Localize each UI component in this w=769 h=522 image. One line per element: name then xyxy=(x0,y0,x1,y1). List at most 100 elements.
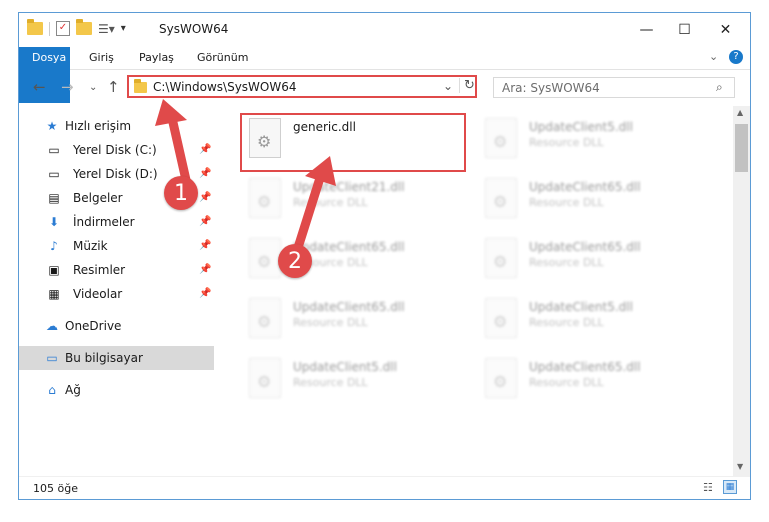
close-button[interactable]: ✕ xyxy=(703,13,748,47)
recent-locations-icon[interactable]: ⌄ xyxy=(89,82,97,93)
file-item[interactable]: UpdateClient65.dll Resource DLL xyxy=(241,232,469,288)
pictures-icon: ▣ xyxy=(48,263,60,277)
file-item[interactable]: UpdateClient65.dll Resource DLL xyxy=(477,172,705,228)
view-icon[interactable]: ☰▾ xyxy=(98,22,115,36)
sidebar-item-label: Videolar xyxy=(73,287,123,301)
file-type: Resource DLL xyxy=(529,196,604,209)
sidebar-item-quick-access[interactable]: ★ Hızlı erişim xyxy=(19,114,214,138)
large-icons-view-icon[interactable]: ▦ xyxy=(723,480,737,494)
drive-icon: ▭ xyxy=(48,167,60,181)
quick-access-toolbar: ✓ ☰▾ ▾ xyxy=(27,19,126,36)
sidebar-item-label: Müzik xyxy=(73,239,108,253)
details-view-icon[interactable]: ☷ xyxy=(703,481,713,494)
sidebar-item-downloads[interactable]: ⬇ İndirmeler 📌 xyxy=(19,210,214,234)
address-path: C:\Windows\SysWOW64 xyxy=(153,80,297,94)
dll-file-icon xyxy=(249,238,281,278)
up-button[interactable]: ↑ xyxy=(107,78,120,96)
sidebar-item-onedrive[interactable]: ☁ OneDrive xyxy=(19,314,214,338)
sidebar-item-pictures[interactable]: ▣ Resimler 📌 xyxy=(19,258,214,282)
dll-file-icon xyxy=(485,178,517,218)
ribbon-tabs: Dosya Giriş Paylaş Görünüm ⌄ ? xyxy=(19,47,750,103)
scroll-up-icon[interactable]: ▲ xyxy=(737,108,743,117)
file-name: UpdateClient5.dll xyxy=(529,300,633,314)
explorer-window: ✓ ☰▾ ▾ SysWOW64 — ☐ ✕ Dosya Giriş Paylaş… xyxy=(18,12,751,500)
file-name: UpdateClient5.dll xyxy=(293,360,397,374)
dll-file-icon xyxy=(249,358,281,398)
tab-view[interactable]: Görünüm xyxy=(187,47,258,69)
highlight-generic-dll xyxy=(240,113,466,172)
dll-file-icon xyxy=(249,298,281,338)
address-bar[interactable]: C:\Windows\SysWOW64 ⌄ ↻ xyxy=(127,75,477,98)
cloud-icon: ☁ xyxy=(46,319,58,333)
pin-icon: 📌 xyxy=(199,192,212,203)
sidebar-item-network[interactable]: ⌂ Ağ xyxy=(19,378,214,402)
sidebar-item-label: Ağ xyxy=(65,383,81,397)
separator xyxy=(49,21,50,36)
item-count: 105 öğe xyxy=(33,482,78,495)
file-type: Resource DLL xyxy=(529,316,604,329)
file-type: Resource DLL xyxy=(529,256,604,269)
sidebar-item-label: Bu bilgisayar xyxy=(65,351,143,365)
pin-icon: 📌 xyxy=(199,264,212,275)
sidebar-item-local-disk-c[interactable]: ▭ Yerel Disk (C:) 📌 xyxy=(19,138,214,162)
file-type: Resource DLL xyxy=(529,136,604,149)
vertical-scrollbar[interactable]: ▲ ▼ xyxy=(733,106,750,476)
search-input[interactable]: Ara: SysWOW64 ⌕ xyxy=(493,77,735,98)
maximize-button[interactable]: ☐ xyxy=(662,13,707,47)
step-badge-1: 1 xyxy=(164,176,198,210)
window-title: SysWOW64 xyxy=(159,22,229,36)
sidebar-item-videos[interactable]: ▦ Videolar 📌 xyxy=(19,282,214,306)
star-icon: ★ xyxy=(46,119,58,133)
file-name: UpdateClient65.dll xyxy=(529,360,641,374)
status-bar: 105 öğe ☷ ▦ xyxy=(19,476,750,501)
forward-button[interactable]: → xyxy=(61,78,74,96)
music-icon: ♪ xyxy=(50,239,58,253)
tab-share[interactable]: Paylaş xyxy=(129,47,184,69)
pin-icon: 📌 xyxy=(199,168,212,179)
pin-icon: 📌 xyxy=(199,288,212,299)
scroll-down-icon[interactable]: ▼ xyxy=(737,462,743,471)
expand-ribbon-icon[interactable]: ⌄ xyxy=(709,50,718,63)
file-item[interactable]: UpdateClient5.dll Resource DLL xyxy=(241,352,469,408)
file-item[interactable]: UpdateClient21.dll Resource DLL xyxy=(241,172,469,228)
file-item[interactable]: UpdateClient65.dll Resource DLL xyxy=(477,352,705,408)
search-icon[interactable]: ⌕ xyxy=(716,80,723,95)
file-name: UpdateClient65.dll xyxy=(293,300,405,314)
document-icon: ▤ xyxy=(48,191,60,205)
sidebar-item-label: İndirmeler xyxy=(73,215,135,229)
scroll-thumb[interactable] xyxy=(735,124,748,172)
dll-file-icon xyxy=(485,118,517,158)
video-icon: ▦ xyxy=(48,287,60,301)
file-item[interactable]: UpdateClient65.dll Resource DLL xyxy=(477,232,705,288)
computer-icon: ▭ xyxy=(46,351,58,365)
address-folder-icon xyxy=(134,79,147,93)
dll-file-icon xyxy=(485,298,517,338)
back-button[interactable]: ← xyxy=(33,78,46,96)
sidebar-item-label: Resimler xyxy=(73,263,126,277)
sidebar-item-music[interactable]: ♪ Müzik 📌 xyxy=(19,234,214,258)
dll-file-icon xyxy=(485,238,517,278)
file-item[interactable]: UpdateClient65.dll Resource DLL xyxy=(241,292,469,348)
refresh-icon[interactable]: ↻ xyxy=(459,78,475,93)
file-name: UpdateClient65.dll xyxy=(529,240,641,254)
address-dropdown-icon[interactable]: ⌄ xyxy=(443,79,453,93)
new-folder-icon[interactable] xyxy=(76,19,92,35)
sidebar-item-label: Yerel Disk (D:) xyxy=(73,167,158,181)
search-placeholder: Ara: SysWOW64 xyxy=(502,81,600,95)
file-name: UpdateClient21.dll xyxy=(293,180,405,194)
help-icon[interactable]: ? xyxy=(729,50,743,64)
folder-icon[interactable] xyxy=(27,19,43,35)
sidebar-item-label: Yerel Disk (C:) xyxy=(73,143,157,157)
sidebar-item-this-pc[interactable]: ▭ Bu bilgisayar xyxy=(19,346,214,370)
file-name: UpdateClient65.dll xyxy=(529,180,641,194)
customize-toolbar-icon[interactable]: ▾ xyxy=(121,23,126,34)
file-item[interactable]: UpdateClient5.dll Resource DLL xyxy=(477,292,705,348)
file-type: Resource DLL xyxy=(293,376,368,389)
tab-home[interactable]: Giriş xyxy=(79,47,124,69)
file-item[interactable]: UpdateClient5.dll Resource DLL xyxy=(477,112,705,168)
file-type: Resource DLL xyxy=(293,316,368,329)
properties-icon[interactable]: ✓ xyxy=(56,21,70,36)
sidebar-item-label: Belgeler xyxy=(73,191,123,205)
step-badge-2: 2 xyxy=(278,244,312,278)
file-name: UpdateClient5.dll xyxy=(529,120,633,134)
